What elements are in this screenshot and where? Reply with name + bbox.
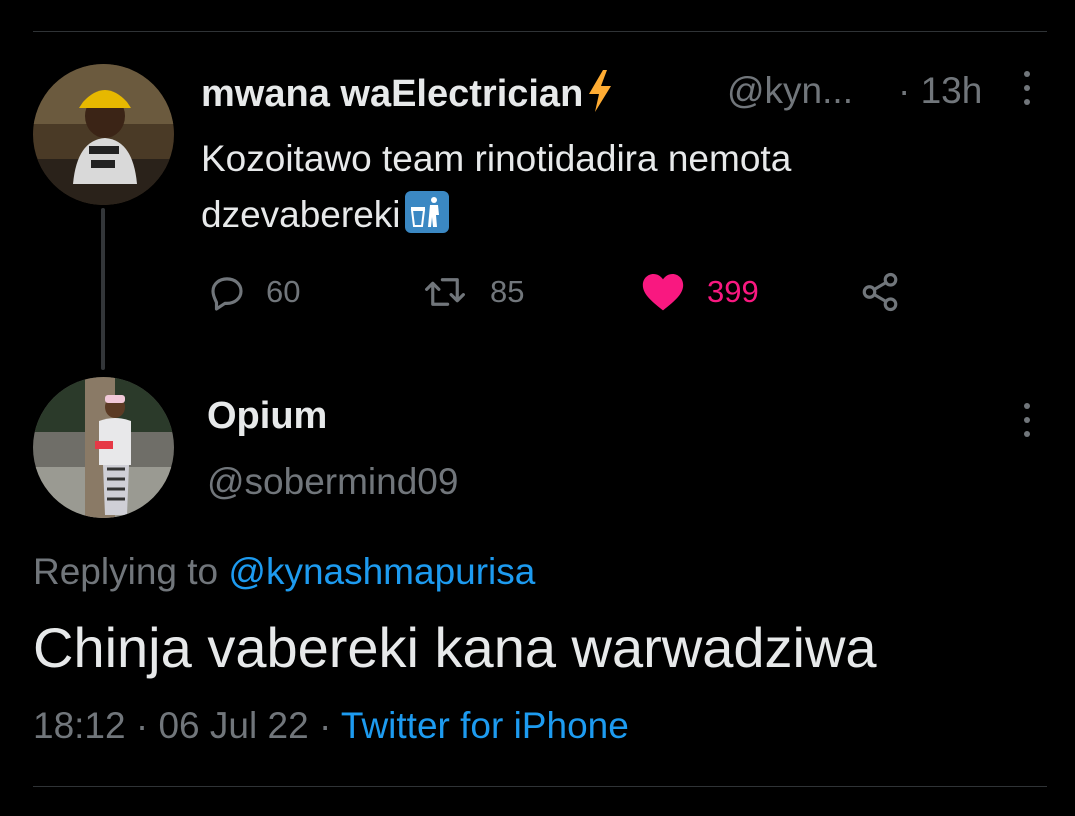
reply-text: Chinja vabereki kana warwadziwa: [33, 616, 877, 679]
retweet-icon: [425, 278, 465, 306]
reply-author-name[interactable]: Opium: [207, 395, 327, 438]
share-icon: [862, 272, 898, 312]
replying-to-handle-link[interactable]: @kynashmapurisa: [228, 551, 535, 592]
reply-metadata: 18:12 · 06 Jul 22 · Twitter for iPhone: [33, 705, 629, 746]
high-voltage-emoji: [589, 70, 612, 112]
like-count: 399: [707, 274, 759, 309]
reply-count: 60: [266, 274, 301, 309]
speech-bubble-icon: [211, 277, 243, 311]
thread-line: [101, 208, 105, 370]
like-action[interactable]: 399: [641, 270, 759, 314]
source-link[interactable]: Twitter for iPhone: [341, 705, 629, 746]
tweet-time[interactable]: · 13h: [898, 70, 982, 112]
reply-author-avatar[interactable]: [33, 377, 174, 518]
retweet-action[interactable]: 85: [422, 270, 524, 314]
more-vertical-icon[interactable]: [1023, 403, 1031, 437]
share-action[interactable]: [858, 270, 902, 314]
reply-time[interactable]: 18:12: [33, 705, 126, 746]
author-avatar[interactable]: [33, 64, 174, 205]
heart-icon: [642, 274, 684, 311]
reply-author-handle[interactable]: @sobermind09: [207, 461, 458, 503]
replying-to: Replying to @kynashmapurisa: [33, 551, 536, 592]
retweet-count: 85: [490, 274, 525, 309]
reply-action[interactable]: 60: [206, 270, 300, 314]
author-name[interactable]: mwana waElectrician: [201, 70, 613, 116]
tweet-text: Kozoitawo team rinotidadira nemota dzeva…: [201, 138, 792, 235]
more-vertical-icon[interactable]: [1023, 71, 1031, 105]
author-handle[interactable]: @kyn...: [727, 70, 853, 112]
reply-date[interactable]: 06 Jul 22: [158, 705, 308, 746]
bottom-divider: [33, 786, 1047, 787]
top-divider: [33, 31, 1047, 32]
wastebasket-emoji: [404, 191, 449, 233]
